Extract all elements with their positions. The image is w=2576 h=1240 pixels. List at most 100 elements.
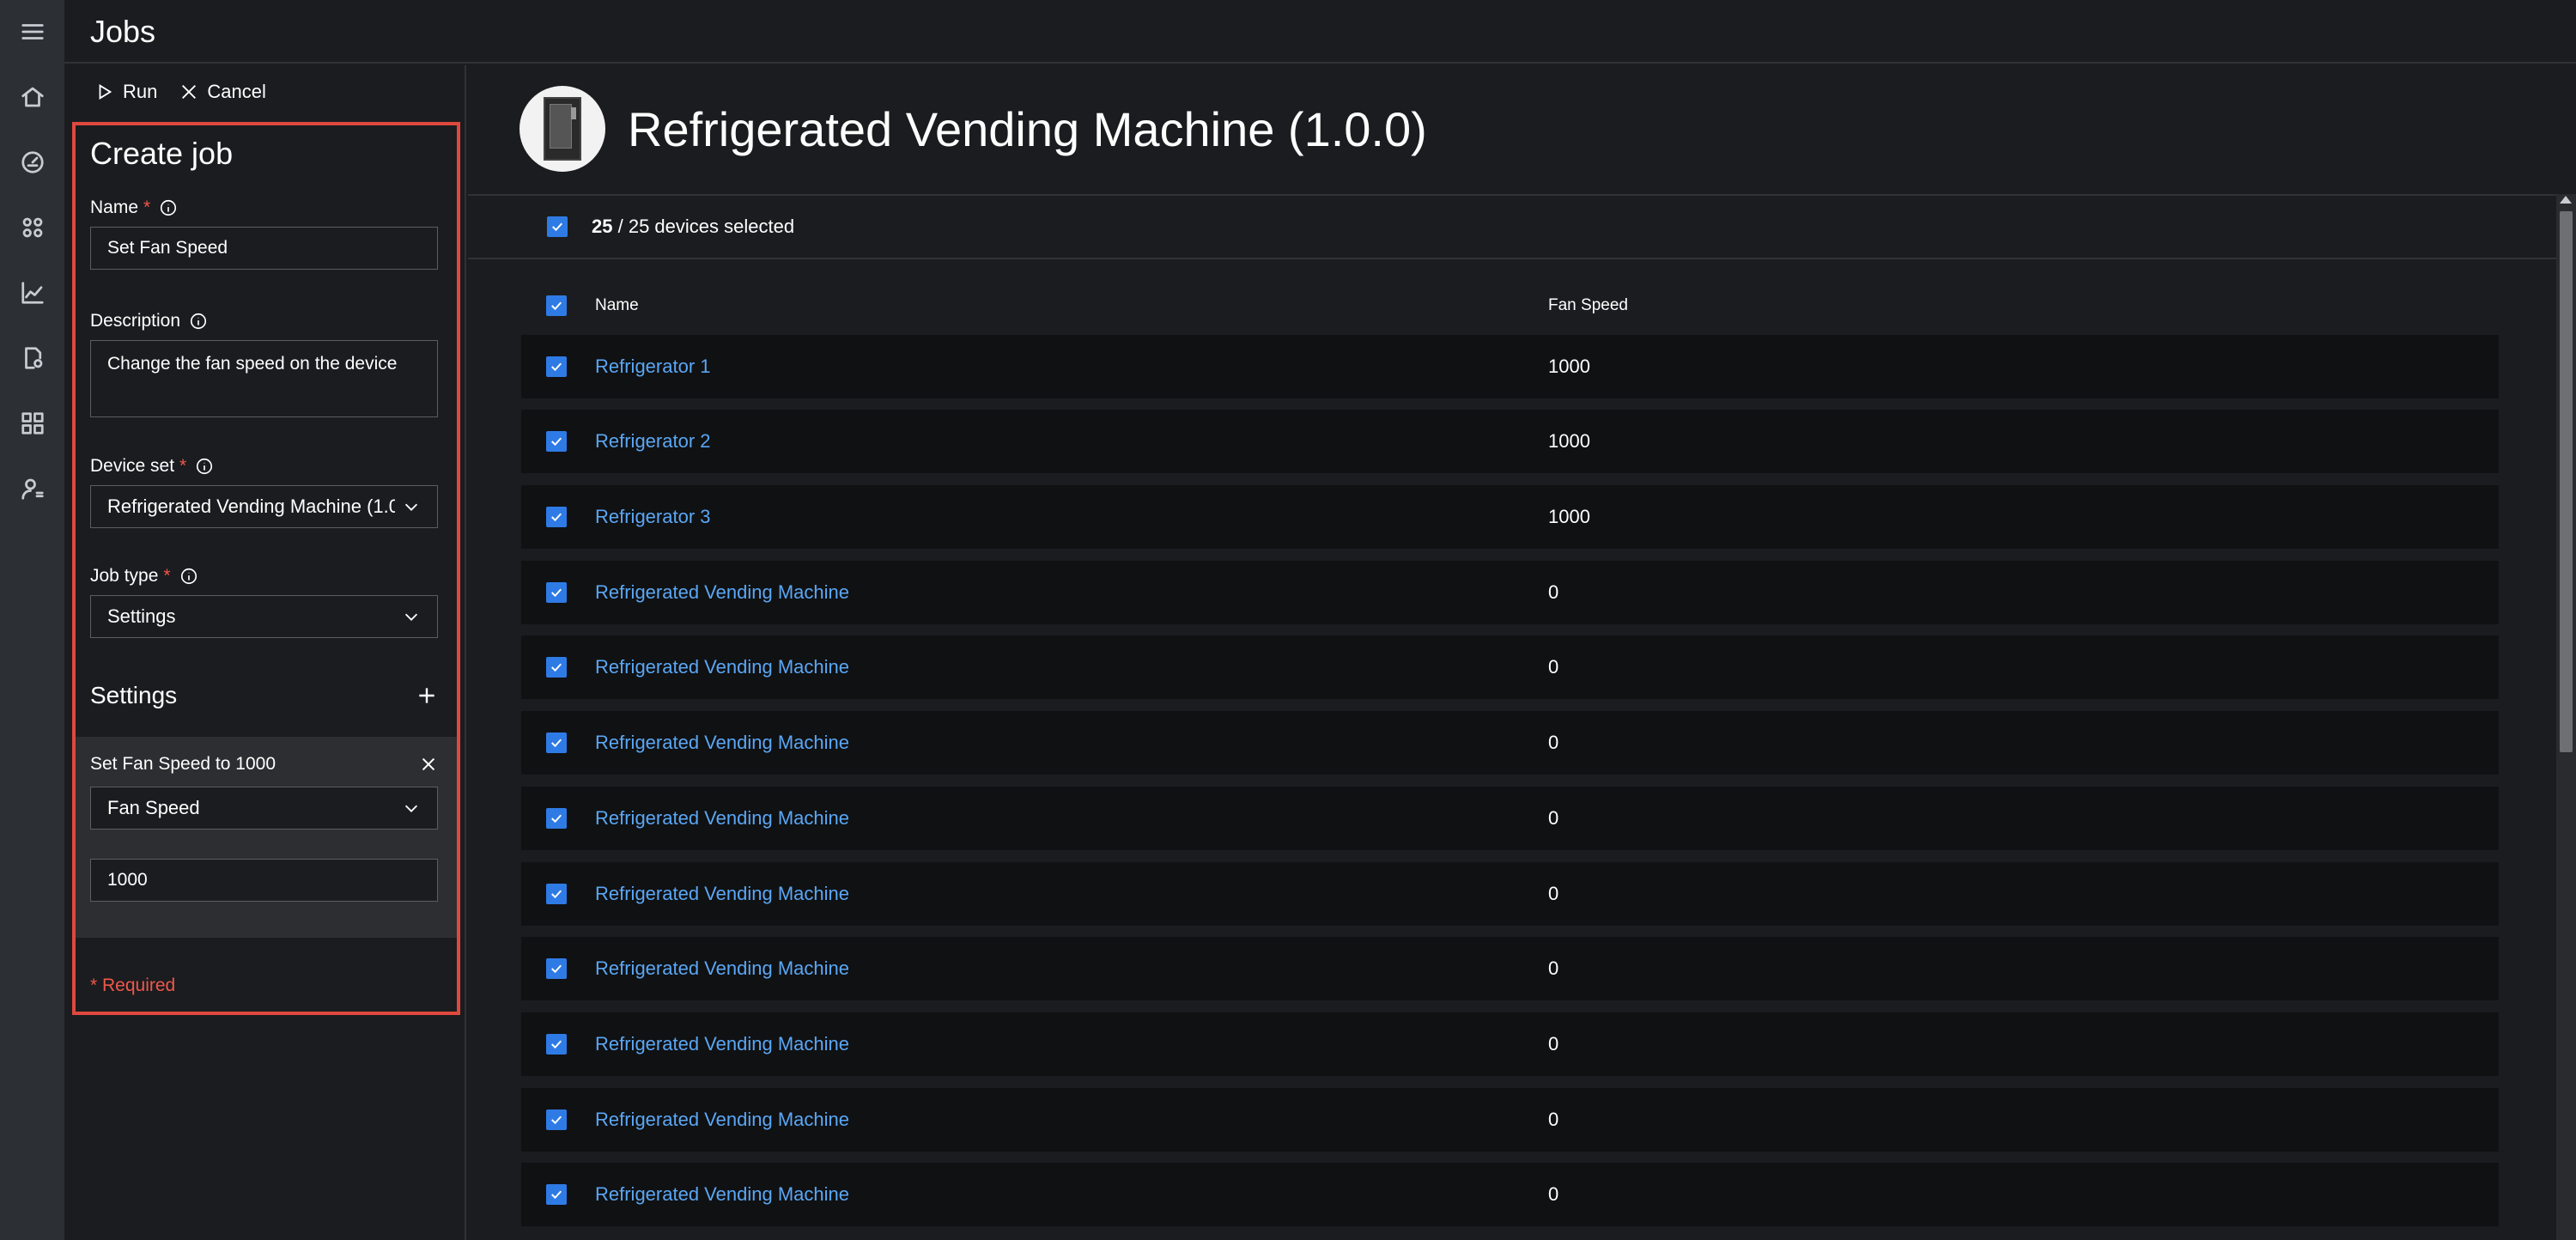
table-row[interactable]: Refrigerated Vending Machine 0 [521, 1087, 2499, 1152]
row-checkbox[interactable] [546, 732, 567, 754]
table-row[interactable]: Refrigerated Vending Machine 0 [521, 786, 2499, 850]
device-name-link[interactable]: Refrigerated Vending Machine [595, 807, 849, 830]
row-checkbox[interactable] [546, 581, 567, 603]
row-checkbox[interactable] [546, 1184, 567, 1206]
device-name-link[interactable]: Refrigerator 3 [595, 506, 711, 528]
column-header-name[interactable]: Name [595, 296, 639, 315]
table-row[interactable]: Refrigerated Vending Machine 0 [521, 1163, 2499, 1227]
remove-setting-icon[interactable] [419, 755, 438, 774]
setting-value-field[interactable]: 1000 [90, 859, 438, 902]
fan-speed-value: 0 [1548, 732, 1559, 754]
row-checkbox[interactable] [546, 431, 567, 453]
table-row[interactable]: Refrigerated Vending Machine 0 [521, 937, 2499, 1001]
info-icon[interactable] [179, 567, 198, 586]
info-icon[interactable] [189, 312, 208, 331]
device-title: Refrigerated Vending Machine (1.0.0) [628, 101, 1427, 156]
device-name-link[interactable]: Refrigerated Vending Machine [595, 883, 849, 905]
table-row[interactable]: Refrigerator 3 1000 [521, 485, 2499, 550]
settings-title: Settings [90, 682, 178, 708]
gauge-icon[interactable] [0, 131, 64, 194]
required-note: * Required [90, 976, 176, 995]
device-set-dropdown[interactable]: Refrigerated Vending Machine (1.0.0) [90, 485, 438, 528]
required-asterisk: * [143, 198, 151, 217]
device-name-link[interactable]: Refrigerated Vending Machine [595, 1109, 849, 1131]
menu-icon[interactable] [0, 0, 64, 64]
setting-card: Set Fan Speed to 1000 Fan Speed 1000 [76, 737, 457, 938]
fan-speed-value: 0 [1548, 806, 1559, 829]
row-checkbox[interactable] [546, 507, 567, 528]
device-list-panel: Refrigerated Vending Machine (1.0.0) 25 … [468, 65, 2576, 1240]
name-field[interactable]: Set Fan Speed [90, 227, 438, 270]
selection-bar: 25 / 25 devices selected [468, 194, 2576, 259]
device-name-link[interactable]: Refrigerated Vending Machine [595, 581, 849, 604]
info-icon[interactable] [159, 198, 178, 217]
device-image [519, 86, 605, 172]
cancel-button[interactable]: Cancel [179, 81, 266, 103]
dashboards-icon[interactable] [0, 392, 64, 455]
device-name-link[interactable]: Refrigerated Vending Machine [595, 1183, 849, 1206]
column-header-fan-speed[interactable]: Fan Speed [1548, 296, 1628, 315]
selection-summary: 25 / 25 devices selected [592, 216, 794, 238]
check-icon [551, 362, 562, 371]
scroll-thumb[interactable] [2560, 211, 2573, 752]
create-job-form: Create job Name * Set Fan Speed Descript… [72, 122, 460, 1015]
device-name-link[interactable]: Refrigerator 2 [595, 430, 711, 453]
check-icon [551, 739, 562, 748]
row-checkbox[interactable] [546, 657, 567, 678]
devices-icon[interactable] [0, 196, 64, 259]
table-row[interactable]: Refrigerated Vending Machine 0 [521, 560, 2499, 624]
scroll-up-icon[interactable] [2560, 196, 2572, 204]
description-field[interactable]: Change the fan speed on the device [90, 340, 438, 417]
row-checkbox[interactable] [546, 1033, 567, 1055]
info-icon[interactable] [195, 457, 214, 476]
job-type-label: Job type * [90, 566, 198, 587]
fan-speed-value: 1000 [1548, 430, 1590, 453]
check-icon [551, 890, 562, 898]
setting-property-dropdown[interactable]: Fan Speed [90, 787, 438, 830]
device-name-link[interactable]: Refrigerated Vending Machine [595, 656, 849, 678]
check-icon [551, 814, 562, 823]
page-title: Jobs [90, 14, 156, 49]
jobs-icon[interactable] [0, 326, 64, 390]
fan-speed-value: 1000 [1548, 355, 1590, 377]
check-icon [551, 301, 562, 311]
fan-speed-value: 0 [1548, 656, 1559, 678]
row-checkbox[interactable] [546, 356, 567, 377]
device-name-link[interactable]: Refrigerated Vending Machine [595, 957, 849, 980]
table-row[interactable]: Refrigerator 2 1000 [521, 410, 2499, 474]
job-type-dropdown[interactable]: Settings [90, 595, 438, 638]
fan-speed-value: 0 [1548, 1183, 1559, 1206]
table-row[interactable]: Refrigerated Vending Machine 0 [521, 711, 2499, 775]
select-all-checkbox[interactable] [547, 216, 568, 237]
admin-icon[interactable] [0, 457, 64, 520]
chevron-down-icon [404, 805, 418, 812]
table-row[interactable]: Refrigerated Vending Machine 0 [521, 861, 2499, 926]
check-icon [551, 437, 562, 447]
run-button[interactable]: Run [95, 81, 157, 103]
fan-speed-value: 0 [1548, 882, 1559, 904]
job-type-label-text: Job type [90, 566, 159, 586]
home-icon[interactable] [0, 65, 64, 129]
device-set-label-text: Device set [90, 456, 175, 476]
device-name-link[interactable]: Refrigerated Vending Machine [595, 732, 849, 754]
device-set-label: Device set * [90, 456, 214, 477]
check-icon [551, 964, 562, 974]
settings-header: Settings [90, 682, 438, 709]
table-row[interactable]: Refrigerator 1 1000 [521, 334, 2499, 398]
device-name-link[interactable]: Refrigerated Vending Machine [595, 1033, 849, 1055]
device-set-value: Refrigerated Vending Machine (1.0.0) [107, 495, 395, 517]
analytics-icon[interactable] [0, 261, 64, 325]
add-setting-icon[interactable] [416, 684, 438, 707]
selected-count: 25 [592, 216, 613, 237]
check-icon [551, 1115, 562, 1124]
header-checkbox[interactable] [546, 295, 567, 316]
row-checkbox[interactable] [546, 883, 567, 904]
scrollbar[interactable] [2556, 194, 2576, 1240]
close-icon [182, 85, 197, 99]
table-row[interactable]: Refrigerated Vending Machine 0 [521, 635, 2499, 700]
row-checkbox[interactable] [546, 1109, 567, 1130]
device-name-link[interactable]: Refrigerator 1 [595, 356, 711, 378]
row-checkbox[interactable] [546, 958, 567, 980]
table-row[interactable]: Refrigerated Vending Machine 0 [521, 1012, 2499, 1076]
row-checkbox[interactable] [546, 807, 567, 829]
